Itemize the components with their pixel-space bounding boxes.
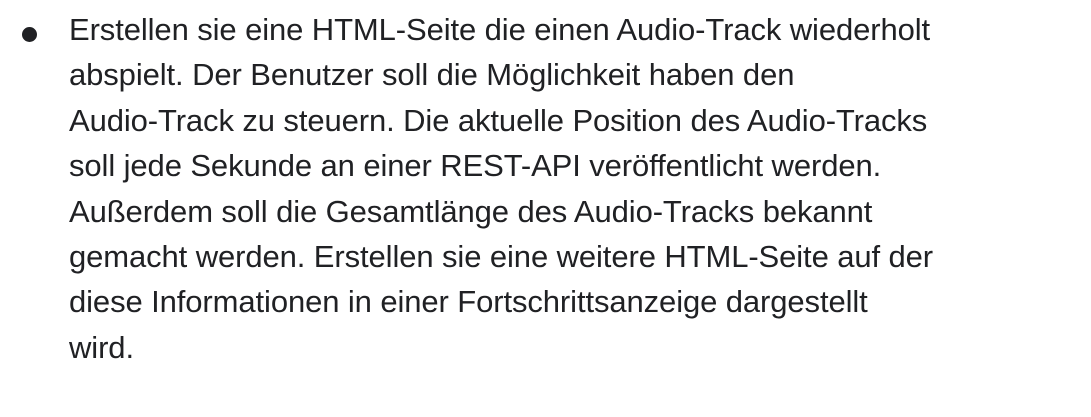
bullet-item: Erstellen sie eine HTML-Seite die einen … bbox=[0, 0, 1091, 417]
text-line: diese Informationen in einer Fortschritt… bbox=[69, 284, 868, 319]
bullet-list: Erstellen sie eine HTML-Seite die einen … bbox=[0, 0, 1091, 417]
text-line: gemacht werden. Erstellen sie eine weite… bbox=[69, 239, 934, 274]
text-line: soll jede Sekunde an einer REST-API verö… bbox=[69, 148, 882, 183]
text-line: Audio-Track zu steuern. Die aktuelle Pos… bbox=[69, 103, 928, 138]
bullet-dot-icon bbox=[22, 27, 37, 42]
text-line: Erstellen sie eine HTML-Seite die einen … bbox=[69, 12, 931, 47]
text-line: Außerdem soll die Gesamtlänge des Audio-… bbox=[69, 194, 873, 229]
text-line: wird. bbox=[69, 330, 134, 365]
text-line: abspielt. Der Benutzer soll die Möglichk… bbox=[69, 57, 795, 92]
